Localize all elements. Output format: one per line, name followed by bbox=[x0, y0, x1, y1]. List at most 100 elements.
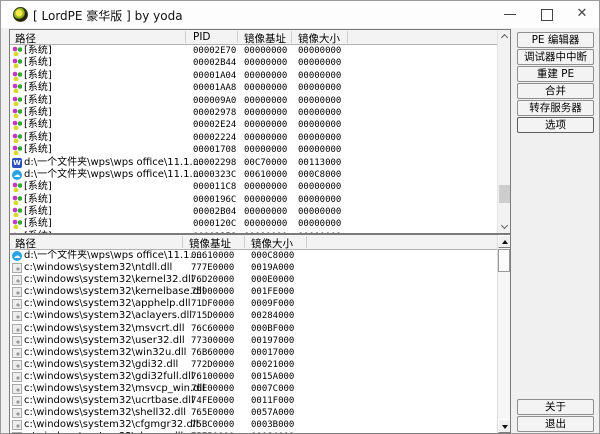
maximize-button[interactable] bbox=[531, 1, 561, 28]
table-row[interactable]: c:\windows\system32\gdi32full.dll 7610000… bbox=[10, 371, 497, 383]
column-divider[interactable] bbox=[291, 31, 292, 43]
lordpe-app-icon bbox=[13, 7, 28, 22]
column-header-size[interactable]: 镜像大小 bbox=[251, 236, 293, 251]
cell-pid: 00001708 bbox=[193, 145, 237, 156]
cloud-icon: ☁ bbox=[12, 169, 22, 180]
table-row[interactable]: c:\windows\system32\kernelbase.dll 759000… bbox=[10, 286, 497, 298]
table-row[interactable]: c:\windows\system32\apphelp.dll 71DF0000 0… bbox=[10, 298, 497, 310]
cell-path: c:\windows\system32\gdi32.dll bbox=[24, 358, 179, 370]
table-row[interactable]: c:\windows\system32\ucrtbase.dll 74FE0000… bbox=[10, 395, 497, 407]
process-rows: [系统] 00002E70 00000000 00000000 [系统] 00002B44… bbox=[10, 45, 497, 233]
cell-pid: 00002978 bbox=[193, 107, 237, 118]
column-divider[interactable] bbox=[185, 31, 186, 43]
table-row[interactable]: c:\windows\system32\cfgmgr32.dll 75BC0000… bbox=[10, 419, 497, 431]
table-row[interactable]: [系统] 0000196C 00000000 00000000 bbox=[10, 194, 497, 206]
column-divider[interactable] bbox=[347, 31, 348, 43]
unsplit-button[interactable]: 合并 bbox=[517, 83, 594, 99]
table-row[interactable]: [系统] 000011C8 00000000 00000000 bbox=[10, 181, 497, 193]
table-row[interactable]: [系统] 00002B44 00000000 00000000 bbox=[10, 57, 497, 69]
cell-image-base: 00000000 bbox=[244, 231, 287, 233]
table-row[interactable]: ☁ d:\一个文件夹\wps\wps office\11.1.... 0061000… bbox=[10, 250, 497, 262]
table-row[interactable]: [系统] 0000120C 00000000 00000000 bbox=[10, 218, 497, 230]
table-row[interactable]: [系统] 00002258 00000000 00000000 bbox=[10, 231, 497, 233]
cell-path: [系统] bbox=[24, 181, 52, 193]
cell-image-base: 00000000 bbox=[244, 207, 288, 218]
cell-image-base: 00000000 bbox=[244, 70, 288, 81]
table-row[interactable]: c:\windows\system32\gdi32.dll 772D0000 000… bbox=[10, 359, 497, 371]
dump-server-button[interactable]: 转存服务器 bbox=[517, 100, 594, 116]
table-row[interactable]: [系统] 000009A0 00000000 00000000 bbox=[10, 95, 497, 107]
column-header-base[interactable]: 镜像基址 bbox=[244, 31, 286, 46]
table-row[interactable]: c:\windows\system32\user32.dll 77300000 00… bbox=[10, 335, 497, 347]
table-row[interactable]: ☁ d:\一个文件夹\wps\wps office\11.1.... 0000323… bbox=[10, 169, 497, 181]
about-button[interactable]: 关于 bbox=[517, 399, 594, 415]
pe-editor-button[interactable]: PE 编辑器 bbox=[517, 32, 594, 48]
window-title: [ LordPE 豪华版 ] by yoda bbox=[33, 9, 183, 23]
titlebar[interactable]: [ LordPE 豪华版 ] by yoda ✕ bbox=[1, 1, 599, 28]
scroll-down-button[interactable] bbox=[498, 419, 510, 433]
table-row[interactable]: [系统] 00002E70 00000000 00000000 bbox=[10, 45, 497, 57]
process-list-scrollbar[interactable] bbox=[497, 30, 510, 233]
column-header-base[interactable]: 镜像基址 bbox=[189, 236, 231, 251]
cell-image-base: 76D20000 bbox=[191, 275, 235, 286]
rebuild-pe-button[interactable]: 重建 PE bbox=[517, 66, 594, 82]
column-header-path[interactable]: 路径 bbox=[15, 236, 36, 251]
cell-path: c:\windows\system32\shell32.dll bbox=[24, 407, 187, 419]
minimize-button[interactable] bbox=[495, 1, 525, 28]
scroll-up-icon[interactable] bbox=[500, 33, 509, 42]
process-icon bbox=[12, 70, 22, 81]
table-row[interactable]: [系统] 00001A04 00000000 00000000 bbox=[10, 70, 497, 82]
table-row[interactable]: [系统] 00002224 00000000 00000000 bbox=[10, 132, 497, 144]
break-debugger-button[interactable]: 调试器中中断 bbox=[517, 49, 594, 65]
table-row[interactable]: [系统] 00002B04 00000000 00000000 bbox=[10, 206, 497, 218]
close-button[interactable]: ✕ bbox=[567, 1, 597, 28]
cell-image-size: 000BF000 bbox=[251, 323, 295, 334]
scrollbar-thumb[interactable] bbox=[498, 249, 510, 272]
cell-pid: 00002224 bbox=[193, 132, 237, 143]
table-row[interactable]: c:\windows\system32\shell32.dll 765E0000 0… bbox=[10, 407, 497, 419]
column-divider[interactable] bbox=[244, 236, 245, 248]
column-header-size[interactable]: 镜像大小 bbox=[298, 31, 340, 46]
options-button[interactable]: 选项 bbox=[517, 117, 594, 133]
cell-pid: 0000323C bbox=[193, 169, 237, 180]
table-row[interactable]: c:\windows\system32\kernel32.dll 76D20000… bbox=[10, 274, 497, 286]
cell-image-size: 00000000 bbox=[298, 182, 342, 193]
column-divider[interactable] bbox=[182, 236, 183, 248]
module-list-scrollbar[interactable] bbox=[497, 235, 510, 433]
table-row[interactable]: c:\windows\system32\aclayers.dll 715D0000… bbox=[10, 310, 497, 322]
process-icon bbox=[12, 58, 22, 69]
column-divider[interactable] bbox=[306, 236, 307, 248]
module-list-header[interactable]: 路径 镜像基址 镜像大小 bbox=[10, 235, 510, 250]
table-row[interactable]: c:\windows\system32\msvcrt.dll 76C60000 00… bbox=[10, 323, 497, 335]
table-row[interactable]: [系统] 00001708 00000000 00000000 bbox=[10, 144, 497, 156]
cell-image-base: 00610000 bbox=[191, 251, 235, 261]
process-list-header[interactable]: 路径 PID 镜像基址 镜像大小 bbox=[10, 30, 510, 45]
table-row[interactable]: c:\windows\system32\win32u.dll 76B60000 00… bbox=[10, 347, 497, 359]
column-divider[interactable] bbox=[237, 31, 238, 43]
table-row[interactable]: c:\windows\system32\ntdll.dll 777E0000 001… bbox=[10, 262, 497, 274]
cell-pid: 00002E70 bbox=[193, 46, 237, 56]
cell-image-base: 75900000 bbox=[191, 287, 235, 298]
scroll-up-button[interactable] bbox=[498, 235, 510, 248]
column-header-path[interactable]: 路径 bbox=[15, 31, 36, 46]
cell-image-base: 777E0000 bbox=[191, 263, 235, 274]
cell-path: [系统] bbox=[24, 69, 52, 81]
cell-image-base: 74FE0000 bbox=[191, 396, 235, 407]
table-row[interactable]: [系统] 00001AA8 00000000 00000000 bbox=[10, 82, 497, 94]
table-row[interactable]: Wd:\一个文件夹\wps\wps office\11.1.... 0000229… bbox=[10, 157, 497, 169]
cell-image-base: 00000000 bbox=[244, 145, 288, 156]
cell-path: [系统] bbox=[24, 45, 52, 56]
module-rows: ☁ d:\一个文件夹\wps\wps office\11.1.... 0061000… bbox=[10, 250, 497, 433]
scroll-down-icon[interactable] bbox=[500, 221, 509, 230]
table-row[interactable]: c:\windows\system32\shcore.dll 75750000 00… bbox=[10, 431, 497, 433]
cell-path: c:\windows\system32\shcore.dll bbox=[24, 431, 183, 433]
table-row[interactable]: [系统] 00002978 00000000 00000000 bbox=[10, 107, 497, 119]
table-row[interactable]: [系统] 00002E24 00000000 00000000 bbox=[10, 119, 497, 131]
table-row[interactable]: c:\windows\system32\msvcp_win.dll 76E0000… bbox=[10, 383, 497, 395]
cell-image-base: 00000000 bbox=[244, 219, 288, 230]
column-header-pid[interactable]: PID bbox=[193, 31, 211, 43]
cell-image-base: 76B60000 bbox=[191, 347, 235, 358]
exit-button[interactable]: 退出 bbox=[517, 416, 594, 432]
scrollbar-thumb[interactable] bbox=[499, 185, 510, 203]
cell-image-base: 00000000 bbox=[244, 120, 288, 131]
